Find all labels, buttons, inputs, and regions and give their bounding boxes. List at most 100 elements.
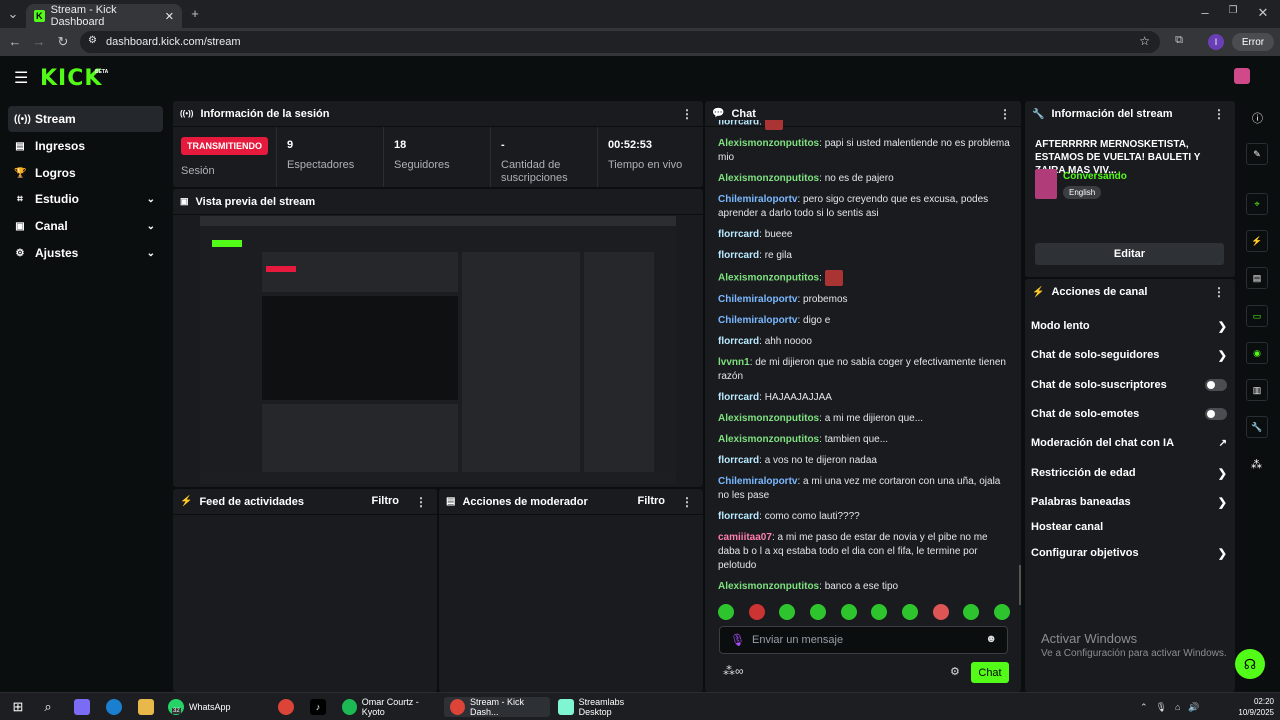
user-avatar[interactable] xyxy=(1234,68,1250,84)
subscribers-only-toggle[interactable] xyxy=(1205,379,1227,391)
emote-icon[interactable] xyxy=(932,604,949,620)
window-close-icon[interactable]: ✕ xyxy=(1254,5,1272,21)
category-name[interactable]: Conversando xyxy=(1063,171,1127,182)
chat-username[interactable]: florrcard xyxy=(718,120,759,128)
more-options-icon[interactable]: ⋮ xyxy=(681,495,693,509)
emoji-picker-icon[interactable]: ☻ xyxy=(985,633,997,645)
kick-chrome-taskbar-button[interactable]: Stream - Kick Dash... xyxy=(444,697,550,717)
send-chat-button[interactable]: Chat xyxy=(971,662,1009,683)
system-tray[interactable]: ⌃ 🎙 ⌂ 🔊 xyxy=(1140,697,1200,717)
emote-icon[interactable] xyxy=(840,604,857,620)
chrome-taskbar-button[interactable] xyxy=(278,697,294,717)
whatsapp-taskbar-button[interactable]: WhatsApp 32 xyxy=(168,697,264,717)
apps-icon[interactable]: ⁂ xyxy=(1251,458,1262,471)
emote-icon[interactable] xyxy=(718,604,734,620)
sidebar-item-ingresos[interactable]: ▤ Ingresos xyxy=(8,133,163,159)
stream-preview-video[interactable] xyxy=(200,216,676,484)
emote-icon[interactable] xyxy=(748,604,765,620)
info-icon[interactable]: ⓘ xyxy=(1252,110,1263,126)
points-icon[interactable]: ⁂∞ xyxy=(723,664,744,678)
explorer-taskbar-button[interactable] xyxy=(138,697,154,717)
ai-moderation-action[interactable]: Moderación del chat con IA ↗ xyxy=(1031,433,1227,453)
filter-button[interactable]: Filtro xyxy=(372,495,400,507)
kick-logo[interactable]: KICK xyxy=(40,66,102,91)
chat-username[interactable]: Alexismonzonputitos xyxy=(718,581,819,592)
document-icon[interactable]: ▤ xyxy=(1246,267,1268,289)
chat-username[interactable]: Alexismonzonputitos xyxy=(718,434,819,445)
chat-username[interactable]: florrcard xyxy=(718,511,759,522)
host-channel-action[interactable]: Hostear canal xyxy=(1031,517,1227,537)
chat-username[interactable]: Chilemiraloportv xyxy=(718,294,797,305)
error-pill[interactable]: Error xyxy=(1232,33,1274,51)
chat-username[interactable]: Chilemiraloportv xyxy=(718,315,797,326)
moderator-icon[interactable]: ▥ xyxy=(1246,379,1268,401)
sidebar-item-ajustes[interactable]: ⚙ Ajustes ⌄ xyxy=(8,240,163,266)
chat-username[interactable]: Alexismonzonputitos xyxy=(718,173,819,184)
emote-icon[interactable] xyxy=(993,604,1010,620)
edge-taskbar-button[interactable] xyxy=(106,697,122,717)
more-options-icon[interactable]: ⋮ xyxy=(1213,285,1225,299)
sidebar-item-logros[interactable]: 🏆 Logros xyxy=(8,160,163,186)
restore-icon[interactable]: ❐ xyxy=(1224,5,1242,16)
minimize-icon[interactable]: – xyxy=(1196,5,1214,20)
edit-layout-icon[interactable]: ✎ xyxy=(1246,143,1268,165)
emote-icon[interactable] xyxy=(779,604,796,620)
age-restriction-action[interactable]: Restricción de edad ❯ xyxy=(1031,463,1227,483)
edit-stream-button[interactable]: Editar xyxy=(1035,243,1224,265)
chat-username[interactable]: Chilemiraloportv xyxy=(718,476,797,487)
emote-icon[interactable] xyxy=(901,604,918,620)
start-button[interactable]: ⊞ xyxy=(10,697,26,717)
chat-username[interactable]: Alexismonzonputitos xyxy=(718,413,819,424)
clip-icon[interactable]: ⌖ xyxy=(1246,193,1268,215)
sidebar-item-stream[interactable]: ((•)) Stream xyxy=(8,106,163,132)
chat-message-input[interactable]: 🎙 Enviar un mensaje ☻ xyxy=(719,626,1008,654)
profile-avatar[interactable]: I xyxy=(1208,34,1224,50)
sidebar-item-canal[interactable]: ▣ Canal ⌄ xyxy=(8,213,163,239)
emote-icon[interactable] xyxy=(809,604,826,620)
chat-username[interactable]: Alexismonzonputitos xyxy=(718,273,819,284)
filter-button[interactable]: Filtro xyxy=(638,495,666,507)
tiktok-taskbar-button[interactable]: ♪ xyxy=(310,697,326,717)
chat-username[interactable]: lvvnn1 xyxy=(718,357,750,368)
tab-close-icon[interactable]: ✕ xyxy=(165,10,174,23)
chat-username[interactable]: florrcard xyxy=(718,336,759,347)
url-bar[interactable]: ⚙ dashboard.kick.com/stream ☆ xyxy=(80,31,1160,53)
chat-username[interactable]: florrcard xyxy=(718,455,759,466)
emote-icon[interactable] xyxy=(871,604,888,620)
emotes-only-toggle[interactable] xyxy=(1205,408,1227,420)
support-headset-icon[interactable]: ☊ xyxy=(1235,649,1265,679)
followers-only-action[interactable]: Chat de solo-seguidores ❯ xyxy=(1031,345,1227,365)
back-icon[interactable]: ← xyxy=(6,34,24,49)
clock[interactable]: 02:20 10/9/2025 xyxy=(1238,696,1274,718)
chat-scrollbar[interactable] xyxy=(1019,565,1021,605)
chat-username[interactable]: florrcard xyxy=(718,250,759,261)
tab-search-icon[interactable]: ⌄ xyxy=(4,6,22,22)
slow-mode-action[interactable]: Modo lento ❯ xyxy=(1031,316,1227,336)
forward-icon[interactable]: → xyxy=(30,34,48,49)
chat-settings-icon[interactable]: ⚙ xyxy=(950,665,960,678)
site-info-icon[interactable]: ⚙ xyxy=(88,35,97,46)
browser-tab[interactable]: K Stream - Kick Dashboard ✕ xyxy=(26,4,182,28)
more-options-icon[interactable]: ⋮ xyxy=(999,107,1011,121)
streamlabs-taskbar-button[interactable]: Streamlabs Desktop xyxy=(558,697,658,717)
more-options-icon[interactable]: ⋮ xyxy=(1213,107,1225,121)
more-options-icon[interactable]: ⋮ xyxy=(681,107,693,121)
chat-icon[interactable]: ▭ xyxy=(1246,305,1268,327)
reload-icon[interactable]: ↻ xyxy=(54,34,72,50)
lightning-icon[interactable]: ⚡ xyxy=(1246,230,1268,252)
chat-username[interactable]: Alexismonzonputitos xyxy=(718,138,819,149)
chat-username[interactable]: florrcard xyxy=(718,392,759,403)
new-tab-icon[interactable]: + xyxy=(186,6,204,21)
copilot-taskbar-button[interactable] xyxy=(74,697,90,717)
spotify-taskbar-button[interactable]: Omar Courtz - Kyoto xyxy=(342,697,438,717)
microphone-icon[interactable]: 🎙 xyxy=(730,633,745,647)
search-taskbar-button[interactable]: ⌕ xyxy=(40,697,56,717)
more-options-icon[interactable]: ⋮ xyxy=(415,495,427,509)
sidebar-item-estudio[interactable]: ⌗ Estudio ⌄ xyxy=(8,186,163,212)
broadcast-icon[interactable]: ◉ xyxy=(1246,342,1268,364)
set-goals-action[interactable]: Configurar objetivos ❯ xyxy=(1031,543,1227,563)
emote-icon[interactable] xyxy=(963,604,980,620)
chat-username[interactable]: florrcard xyxy=(718,229,759,240)
chat-username[interactable]: Chilemiraloportv xyxy=(718,194,797,205)
bookmark-star-icon[interactable]: ☆ xyxy=(1139,34,1150,48)
